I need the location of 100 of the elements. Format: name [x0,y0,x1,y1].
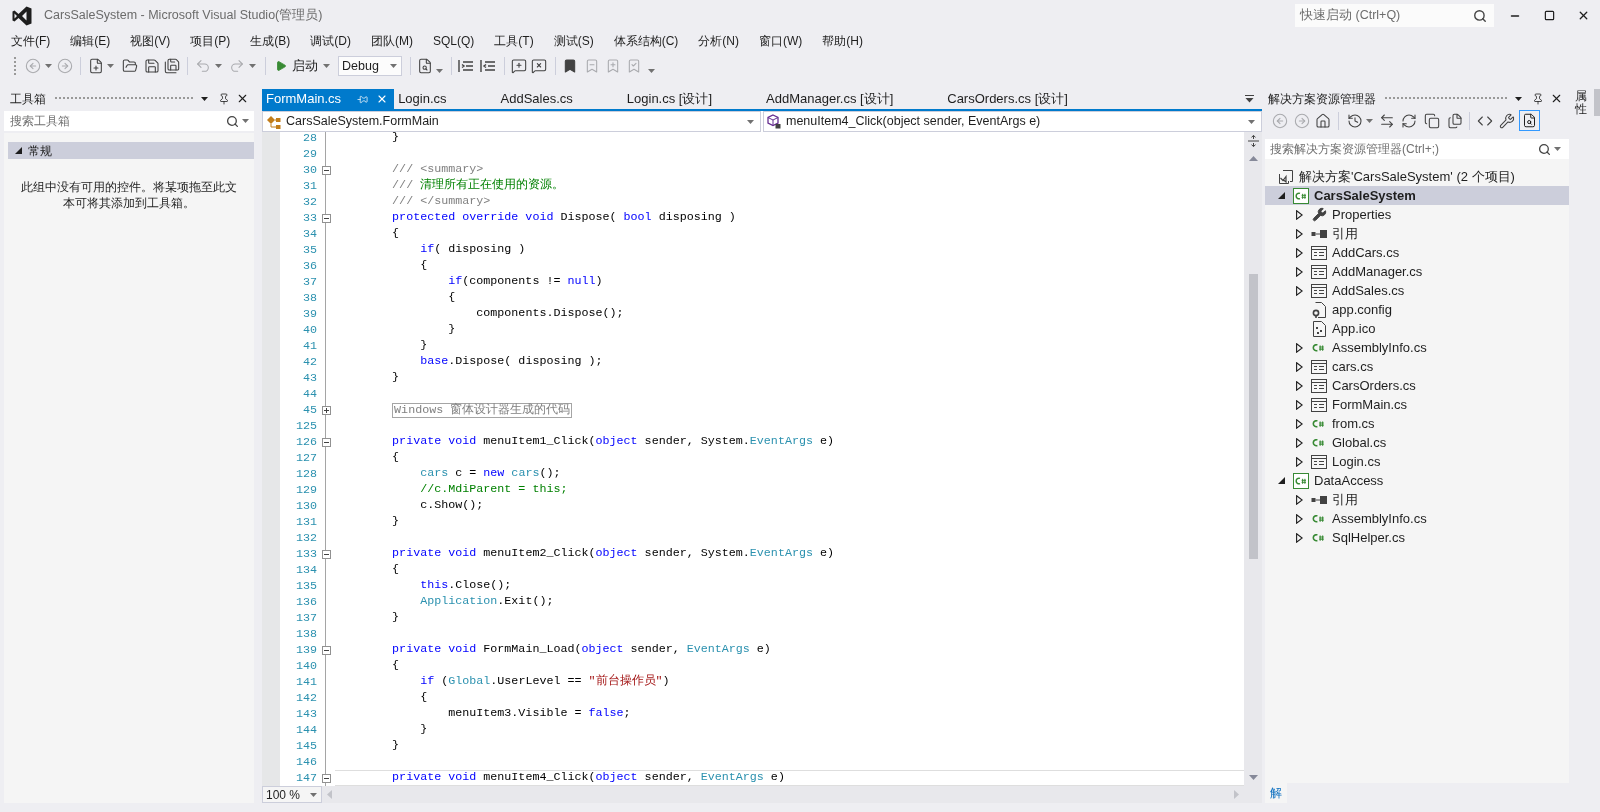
speech-bubble-plus-icon[interactable] [511,58,527,74]
document-tab[interactable]: AddManager.cs [设计] [762,89,944,109]
speech-bubble-x-icon[interactable] [531,58,547,74]
scroll-up-icon[interactable] [1248,156,1258,161]
vertical-scrollbar[interactable] [1244,132,1262,786]
search-icon[interactable] [1538,142,1551,156]
menu-item[interactable]: 视图(V) [120,31,181,51]
panel-tab[interactable]: 解 [1265,783,1287,803]
member-dropdown[interactable]: menuItem4_Click(object sender, EventArgs e) [763,111,1262,132]
tree-item[interactable]: AssemblyInfo.cs [1332,508,1427,529]
menu-item[interactable]: 体系结构(C) [603,31,689,51]
file-plus-icon[interactable] [88,58,104,74]
tree-item[interactable]: from.cs [1332,413,1375,434]
menu-item[interactable]: 文件(F) [1,31,61,51]
tree-item[interactable]: AddCars.cs [1332,242,1400,263]
search-icon[interactable] [1473,8,1487,23]
text-indent-icon[interactable] [458,59,474,73]
file-search-icon[interactable] [417,58,433,74]
menu-item[interactable]: 工具(T) [484,31,544,51]
expander-icon[interactable] [1296,418,1303,429]
collapse-icon[interactable] [321,645,331,655]
menu-item[interactable]: 编辑(E) [60,31,121,51]
expander-icon[interactable] [1296,456,1303,467]
expander-icon[interactable] [1296,361,1303,372]
expander-icon[interactable] [1278,477,1285,484]
tree-item[interactable]: 引用 [1332,489,1358,510]
document-tab[interactable]: Login.cs [394,89,497,109]
document-tab[interactable]: AddSales.cs [496,89,623,109]
expander-icon[interactable] [1296,494,1303,505]
expander-icon[interactable] [15,147,22,154]
document-tab[interactable]: CarsOrders.cs [设计] [943,89,1118,109]
collapsed-region[interactable]: Windows 窗体设计器生成的代码 [392,402,573,418]
menu-item[interactable]: 测试(S) [543,31,604,51]
tree-item[interactable]: Properties [1332,204,1392,225]
files-icon[interactable] [1447,112,1463,129]
scrollbar-thumb[interactable] [1248,274,1258,559]
arrows-left-right-icon[interactable] [1379,112,1395,129]
menu-item[interactable]: 调试(D) [300,31,361,51]
tree-item[interactable]: AddManager.cs [1332,261,1423,282]
menu-item[interactable]: 团队(M) [361,31,423,51]
tree-item[interactable]: cars.cs [1332,356,1374,377]
menu-item[interactable]: 窗口(W) [749,31,813,51]
expander-icon[interactable] [1296,285,1303,296]
collapse-icon[interactable] [321,213,331,223]
expander-icon[interactable] [1296,228,1303,239]
expander-icon[interactable] [1296,209,1303,220]
collapse-icon[interactable] [321,437,331,447]
menu-item[interactable]: SQL(Q) [423,31,485,51]
tree-item[interactable]: Login.cs [1332,451,1381,472]
preview-toggle[interactable] [1519,110,1540,131]
menu-item[interactable]: 项目(P) [180,31,241,51]
expander-icon[interactable] [1296,266,1303,277]
type-dropdown[interactable]: CarsSaleSystem.FormMain [262,111,761,132]
tree-item[interactable]: 引用 [1332,223,1358,244]
pin-icon[interactable] [218,92,230,105]
zoom-dropdown[interactable]: 100 % [262,786,322,803]
split-icon[interactable] [1247,135,1259,147]
expander-icon[interactable] [1296,380,1303,391]
search-icon[interactable] [226,114,239,128]
bookmark-icon[interactable] [562,58,578,74]
expander-icon[interactable] [1296,342,1303,353]
expander-icon[interactable] [1296,437,1303,448]
floppy-disks-icon[interactable] [164,58,180,74]
expander-icon[interactable] [1296,513,1303,524]
menu-item[interactable]: 帮助(H) [812,31,873,51]
close-icon[interactable] [1550,92,1563,105]
dropdown-caret-icon[interactable] [1245,95,1254,103]
expander-icon[interactable] [1278,192,1285,199]
maximize-icon[interactable] [1543,10,1555,21]
expander-icon[interactable] [1296,532,1303,543]
expand-icon[interactable] [321,405,331,415]
tree-item[interactable]: 解决方案'CarsSaleSystem' (2 个项目) [1299,166,1515,187]
search-field[interactable]: 搜索解决方案资源管理器(Ctrl+;) [1265,139,1569,159]
start-button[interactable]: 启动 [271,55,334,77]
tree-item[interactable]: Global.cs [1332,432,1387,453]
collapse-icon[interactable] [321,165,331,175]
collapse-icon[interactable] [321,549,331,559]
tree-item[interactable]: App.ico [1332,318,1376,339]
tree-item[interactable]: CarsOrders.cs [1332,375,1416,396]
group-header[interactable]: 常规 [8,142,254,159]
quick-launch-field[interactable]: 快速启动 (Ctrl+Q) [1295,4,1494,27]
stacked-pages-icon[interactable] [1424,112,1440,129]
refresh-icon[interactable] [1401,112,1417,129]
wrench-icon[interactable] [1499,112,1515,129]
expander-icon[interactable] [1296,399,1303,410]
expander-icon[interactable] [1296,247,1303,258]
pin-icon[interactable] [1532,92,1544,105]
search-field[interactable]: 搜索工具箱 [4,111,254,131]
caret-icon[interactable] [201,96,208,101]
tree-item[interactable]: SqlHelper.cs [1332,527,1405,548]
scroll-down-icon[interactable] [1248,775,1258,780]
folder-open-icon[interactable] [122,58,138,74]
tree-item[interactable]: CarsSaleSystem [1314,185,1416,206]
side-tab[interactable]: 属性 [1575,89,1600,117]
configuration-dropdown[interactable]: Debug [338,56,402,76]
menu-item[interactable]: 生成(B) [240,31,301,51]
home-icon[interactable] [1315,112,1331,129]
close-icon[interactable] [236,92,249,105]
menu-item[interactable]: 分析(N) [688,31,749,51]
caret-icon[interactable] [1515,96,1522,101]
